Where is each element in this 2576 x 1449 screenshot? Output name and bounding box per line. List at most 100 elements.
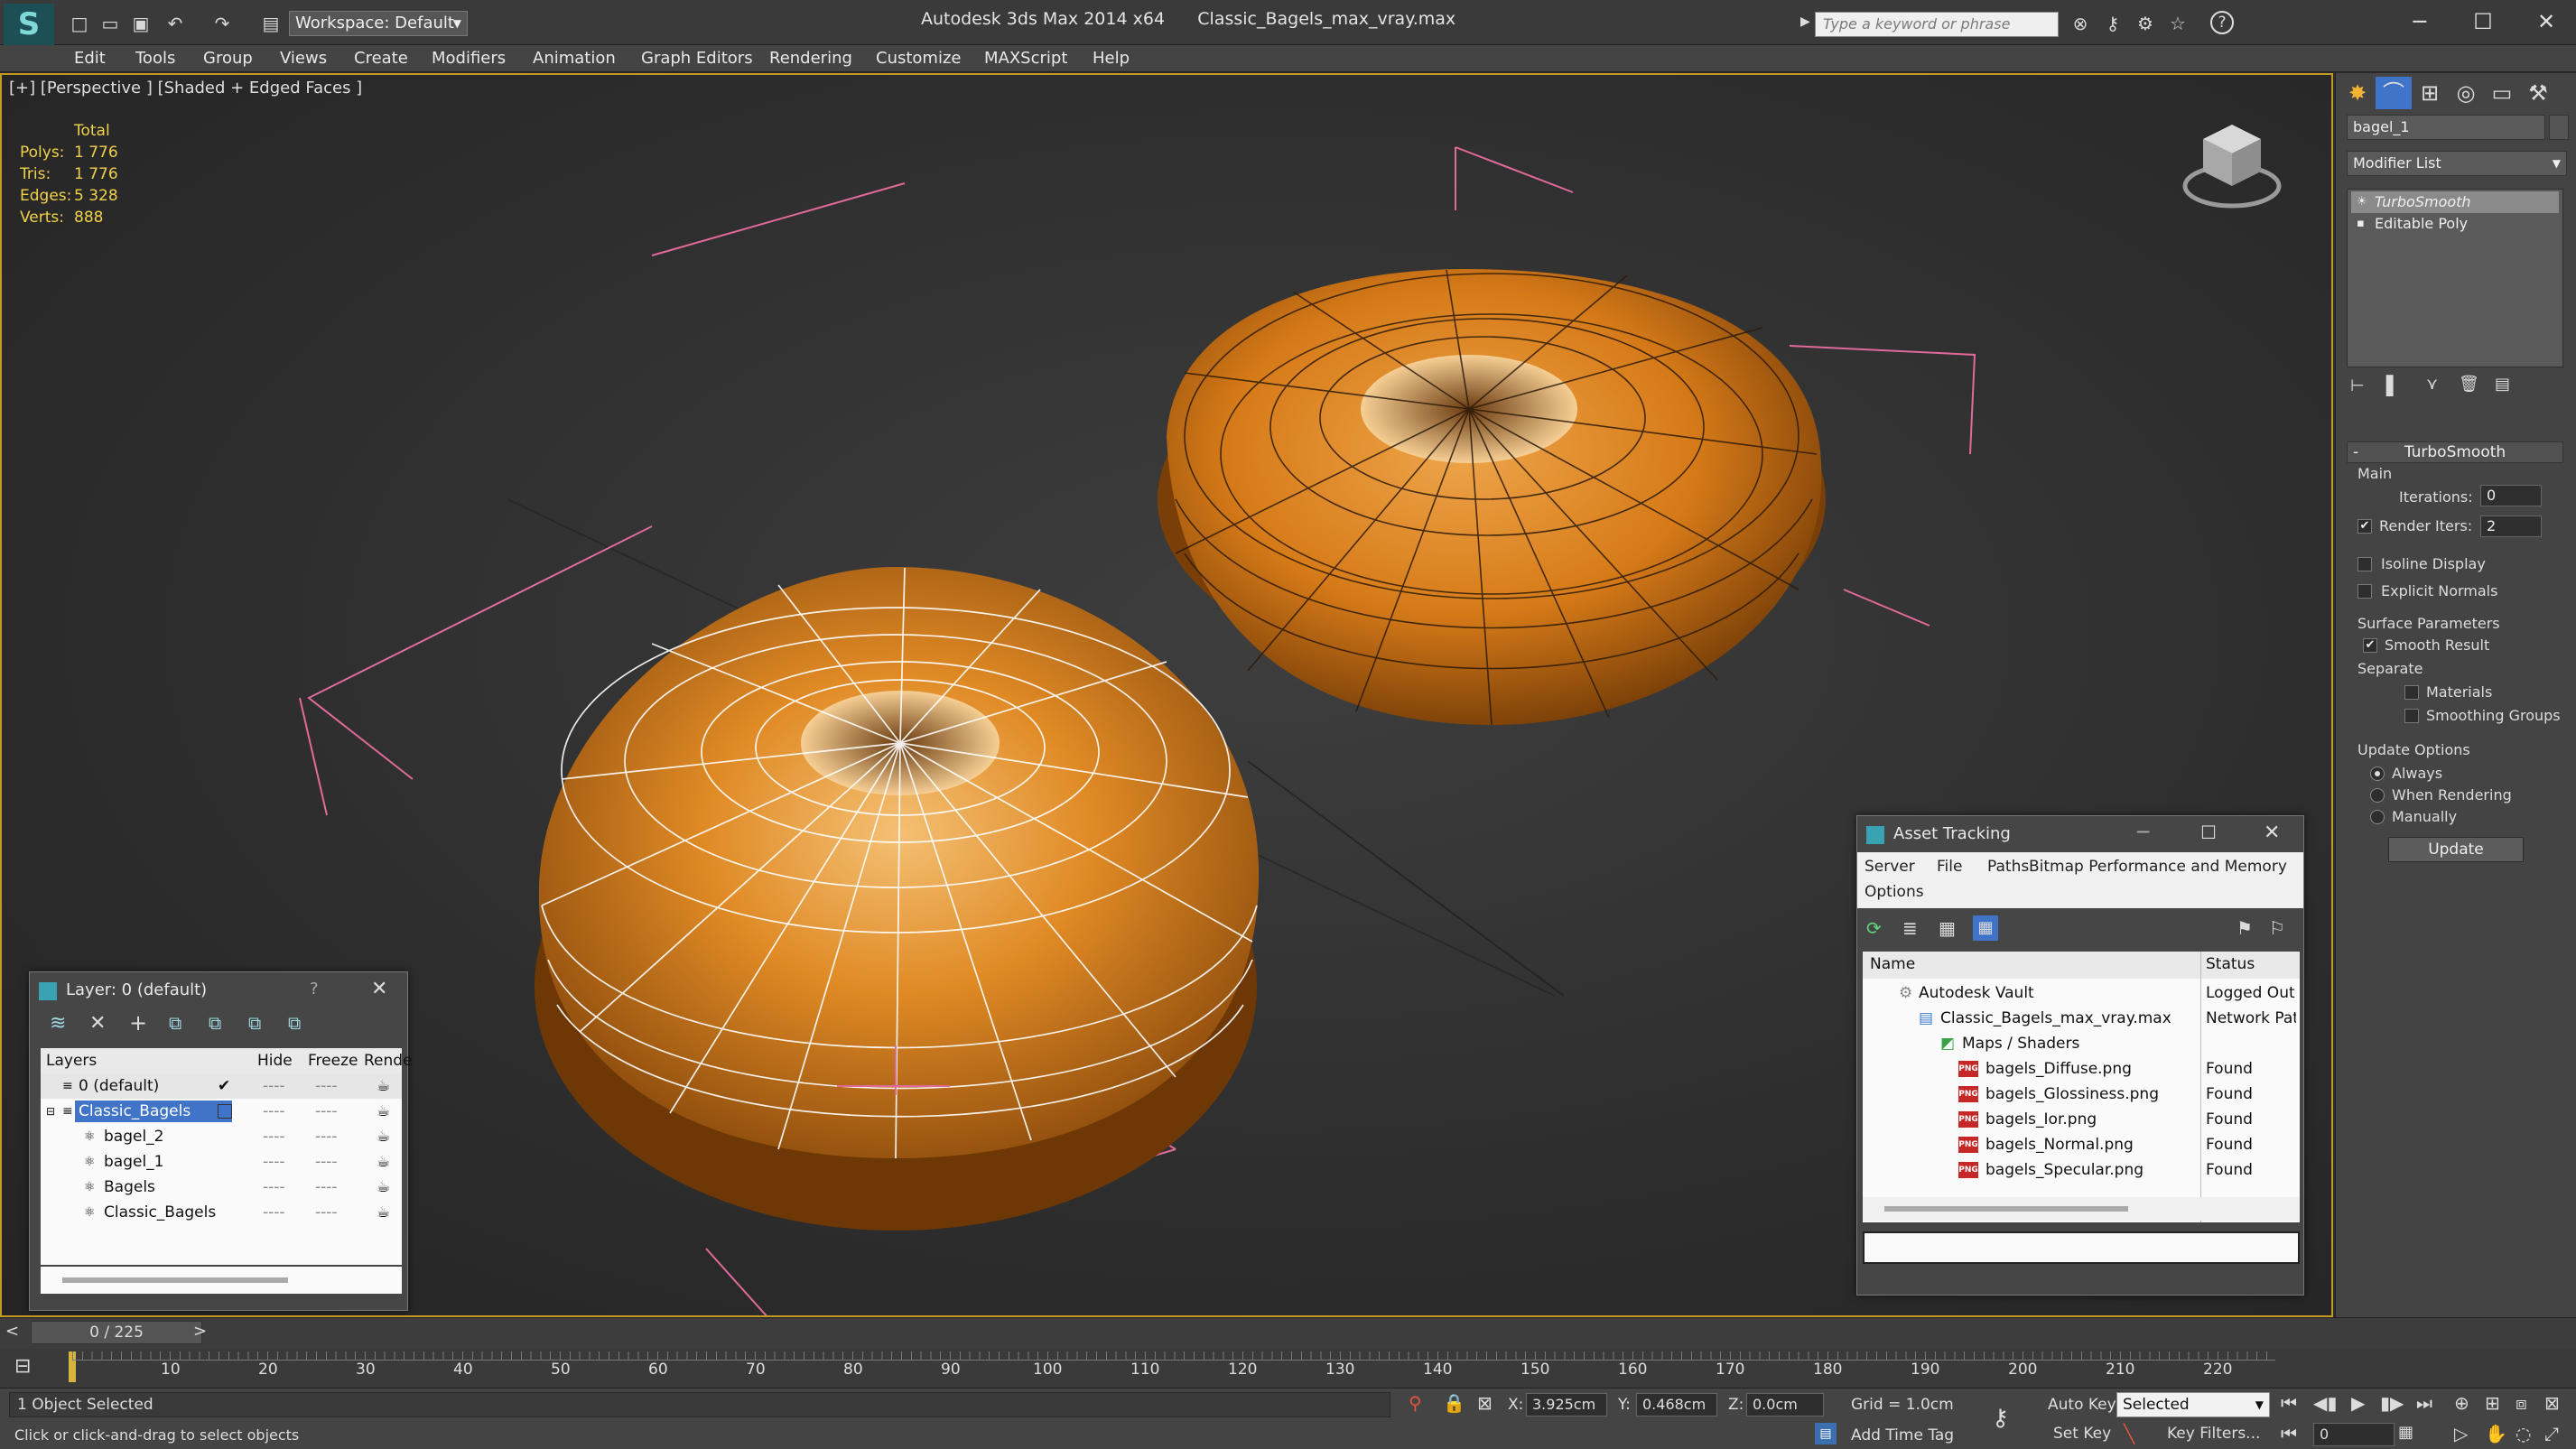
freeze-toggle[interactable]: ---- (315, 1124, 338, 1149)
asset-row[interactable]: PNG bagels_Diffuse.png Found (1863, 1056, 2300, 1082)
help-icon[interactable]: ? (2210, 11, 2234, 34)
add-to-layer-icon[interactable]: + (129, 1010, 147, 1036)
asset-row[interactable]: ◩ Maps / Shaders (1863, 1031, 2300, 1056)
create-layer-icon[interactable]: ≋ (50, 1012, 66, 1035)
track-bar[interactable]: ⊟ 10 20 30 40 50 60 70 80 90 100 110 120… (0, 1348, 2576, 1388)
open-file-icon[interactable]: ▭ (98, 11, 123, 36)
minimize-button[interactable]: ─ (2393, 5, 2447, 38)
zoom-extents-all-icon[interactable]: ⊠ (2544, 1392, 2560, 1414)
hide-toggle[interactable]: ---- (263, 1175, 285, 1200)
hide-toggle[interactable]: ---- (263, 1200, 285, 1225)
delete-layer-icon[interactable]: ✕ (89, 1012, 106, 1035)
play-arrow-icon[interactable]: ▶ (1800, 14, 1810, 29)
object-name-field[interactable]: bagel_1 (2347, 115, 2545, 140)
menu-rendering[interactable]: Rendering (760, 45, 861, 72)
hide-toggle[interactable]: ---- (263, 1149, 285, 1175)
asset-row[interactable]: PNG bagels_Ior.png Found (1863, 1107, 2300, 1132)
current-layer-box[interactable] (218, 1104, 232, 1119)
zoom-icon[interactable]: ⊕ (2454, 1392, 2469, 1414)
render-teapot-icon[interactable]: ☕ (377, 1073, 390, 1099)
hide-toggle[interactable]: ---- (263, 1073, 285, 1099)
workspace-dropdown[interactable]: Workspace: Default ▼ (289, 11, 468, 36)
menu-graph-editors[interactable]: Graph Editors (632, 45, 762, 72)
smoothing-groups-checkbox[interactable] (2404, 709, 2419, 723)
selection-lock-icon[interactable]: 🔒 (1443, 1392, 1465, 1414)
bagel-2-mesh[interactable] (1158, 269, 1826, 726)
refresh-icon[interactable]: ⟳ (1866, 917, 1882, 939)
asset-row[interactable]: ⚙ Autodesk Vault Logged Out (1863, 980, 2300, 1006)
freeze-toggle[interactable]: ---- (315, 1099, 338, 1124)
hierarchy-tab-icon[interactable]: ⊞ (2412, 77, 2448, 109)
curve-editor-icon[interactable]: ⊟ (14, 1355, 31, 1378)
render-teapot-icon[interactable]: ☕ (377, 1124, 390, 1149)
pan-icon[interactable]: ✋ (2485, 1423, 2507, 1444)
next-frame-icon[interactable]: > (193, 1322, 207, 1341)
z-coordinate-field[interactable]: 0.0cm (1746, 1393, 1824, 1416)
asset-menu-paths[interactable]: Paths (1987, 858, 2029, 876)
manually-radio[interactable] (2370, 810, 2385, 824)
hide-toggle[interactable]: ---- (263, 1099, 285, 1124)
asset-maximize-button[interactable]: ☐ (2200, 822, 2217, 843)
perspective-viewport[interactable]: [+] [Perspective ] [Shaded + Edged Faces… (0, 73, 2333, 1317)
column-hide[interactable]: Hide (257, 1048, 293, 1073)
column-freeze[interactable]: Freeze (308, 1048, 358, 1073)
previous-frame-icon[interactable]: < (5, 1322, 19, 1341)
table-view-icon[interactable]: ▦ (1939, 917, 1956, 939)
smooth-result-checkbox[interactable]: ✔ (2363, 638, 2377, 653)
auto-key-button[interactable]: Auto Key (2048, 1396, 2116, 1414)
materials-checkbox[interactable] (2404, 685, 2419, 700)
menu-animation[interactable]: Animation (524, 45, 625, 72)
key-filters-button[interactable]: Key Filters... (2167, 1425, 2260, 1443)
menu-customize[interactable]: Customize (867, 45, 970, 72)
menu-modifiers[interactable]: Modifiers (423, 45, 515, 72)
time-slider-thumb[interactable]: 0 / 225 (31, 1321, 202, 1344)
layer-horizontal-scrollbar[interactable] (41, 1267, 402, 1294)
asset-horizontal-scrollbar[interactable] (1863, 1197, 2300, 1221)
hide-toggle[interactable]: ---- (263, 1124, 285, 1149)
remove-modifier-icon[interactable]: 🗑 (2459, 375, 2479, 394)
grid-view-icon[interactable]: ▦ (1973, 915, 1998, 941)
communication-icon[interactable]: ⚙ (2133, 11, 2158, 36)
layer-row[interactable]: ⚛ Bagels ---- ---- ☕ (41, 1175, 402, 1200)
expand-icon[interactable]: ▪ (2357, 213, 2365, 235)
go-to-end-icon[interactable]: ⏭ (2416, 1392, 2432, 1414)
binoculars-icon[interactable]: ⊗ (2068, 11, 2093, 36)
previous-key-icon[interactable]: ◀▮ (2313, 1392, 2337, 1414)
highlight-layer-icon[interactable]: ⧉ (209, 1012, 221, 1034)
display-tab-icon[interactable]: ▭ (2484, 77, 2520, 109)
asset-row[interactable]: PNG bagels_Specular.png Found (1863, 1157, 2300, 1183)
viewport-label[interactable]: [+] [Perspective ] [Shaded + Edged Faces… (9, 79, 362, 98)
time-tag-icon[interactable]: ▤ (1815, 1423, 1837, 1444)
menu-create[interactable]: Create (345, 45, 417, 72)
maximize-viewport-icon[interactable]: ⤢ (2544, 1423, 2559, 1444)
motion-tab-icon[interactable]: ◎ (2448, 77, 2484, 109)
play-icon[interactable]: ▶ (2351, 1392, 2365, 1414)
favorites-star-icon[interactable]: ☆ (2165, 11, 2190, 36)
freeze-all-icon[interactable]: ⧉ (288, 1012, 301, 1034)
list-view-icon[interactable]: ≣ (1902, 917, 1918, 939)
select-objects-icon[interactable]: ⧉ (169, 1012, 181, 1034)
asset-menu-server[interactable]: Server (1865, 858, 1915, 876)
render-teapot-icon[interactable]: ☕ (377, 1175, 390, 1200)
always-radio[interactable] (2370, 766, 2385, 781)
absolute-mode-icon[interactable]: ⊠ (1477, 1392, 1493, 1414)
freeze-toggle[interactable]: ---- (315, 1073, 338, 1099)
undo-icon[interactable]: ↶ (163, 11, 188, 36)
show-end-result-icon[interactable]: ▌ (2386, 375, 2400, 396)
lightbulb-icon[interactable]: ☀ (2357, 191, 2367, 213)
isoline-display-checkbox[interactable] (2357, 557, 2372, 571)
zoom-all-icon[interactable]: ⊞ (2485, 1392, 2500, 1414)
stack-item-turbosmooth[interactable]: ☀ TurboSmooth (2351, 191, 2559, 213)
menu-tools[interactable]: Tools (126, 45, 184, 72)
vault-help-icon[interactable]: ⚑ (2237, 917, 2253, 939)
object-color-swatch[interactable] (2549, 115, 2569, 140)
next-key-icon[interactable]: ▮▶ (2380, 1392, 2404, 1414)
asset-row[interactable]: PNG bagels_Normal.png Found (1863, 1132, 2300, 1157)
redo-icon[interactable]: ↷ (209, 11, 235, 36)
layer-row[interactable]: ≡ 0 (default) ✔ ---- ---- ☕ (41, 1073, 402, 1099)
render-teapot-icon[interactable]: ☕ (377, 1099, 390, 1124)
create-tab-icon[interactable]: ✸ (2339, 77, 2376, 109)
time-config-icon[interactable]: ▦ (2398, 1423, 2413, 1442)
time-slider-bar[interactable]: < 0 / 225 > (0, 1317, 2576, 1348)
current-layer-check-icon[interactable]: ✔ (218, 1073, 230, 1099)
